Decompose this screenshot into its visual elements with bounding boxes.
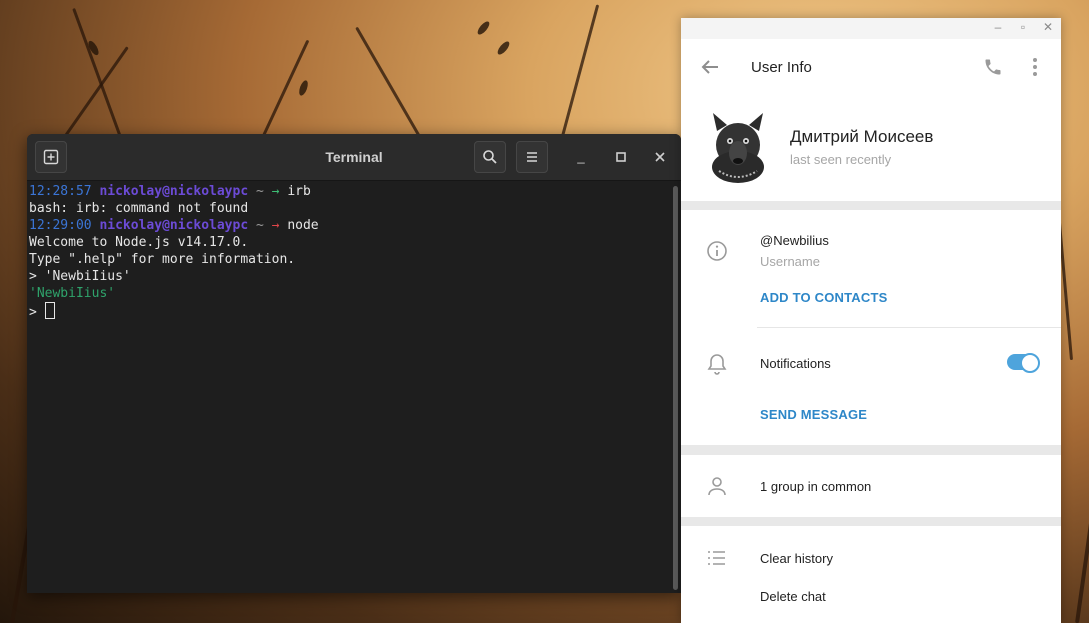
menu-button[interactable] bbox=[516, 141, 548, 173]
prompt-arrow-error: → bbox=[271, 218, 280, 233]
user-info-window: – ▫ ✕ User Info Дмитрий Моисеев last see… bbox=[681, 18, 1061, 623]
output-line: Welcome to Node.js v14.17.0. bbox=[29, 235, 249, 250]
maximize-icon bbox=[616, 152, 626, 162]
command-text: node bbox=[287, 218, 319, 233]
toggle-knob bbox=[1020, 353, 1040, 373]
prompt-time: 12:29:00 bbox=[29, 218, 92, 233]
prompt-arrow-success: → bbox=[271, 184, 280, 199]
send-message-button[interactable]: SEND MESSAGE bbox=[760, 407, 867, 422]
minimize-button[interactable]: – bbox=[990, 20, 1006, 34]
list-icon bbox=[708, 551, 725, 565]
maximize-icon: ▫ bbox=[1020, 20, 1026, 34]
back-arrow-icon[interactable] bbox=[699, 56, 721, 78]
terminal-output[interactable]: 12:28:57 nickolay@nickolaypc ~ → irb bash… bbox=[27, 181, 681, 323]
user-name: Дмитрий Моисеев bbox=[790, 127, 934, 146]
user-info-header: User Info bbox=[681, 39, 1061, 95]
clear-history-button[interactable]: Clear history bbox=[760, 551, 833, 566]
info-icon bbox=[707, 241, 727, 261]
prompt-line: 12:29:00 nickolay@nickolaypc ~ → node bbox=[29, 217, 679, 234]
phone-icon[interactable] bbox=[983, 57, 1003, 77]
output-line: bash: irb: command not found bbox=[29, 201, 249, 216]
search-button[interactable] bbox=[474, 141, 506, 173]
terminal-header: Terminal _ bbox=[27, 134, 681, 181]
notifications-label: Notifications bbox=[760, 356, 831, 371]
output-line: 'NewbiIius' bbox=[29, 286, 116, 301]
repl-prompt: > bbox=[29, 305, 37, 320]
notifications-toggle[interactable] bbox=[1007, 353, 1040, 373]
close-icon: ✕ bbox=[1042, 20, 1054, 34]
maximize-button[interactable]: ▫ bbox=[1015, 20, 1031, 34]
minimize-icon: _ bbox=[577, 149, 585, 164]
output-line: Type ".help" for more information. bbox=[29, 252, 296, 267]
terminal-window[interactable]: Terminal _ 12:28:57 nickolay@nickolaypc … bbox=[27, 134, 681, 593]
minimize-button[interactable]: _ bbox=[572, 148, 590, 166]
bell-icon bbox=[707, 354, 727, 375]
hamburger-icon bbox=[527, 152, 537, 162]
close-icon bbox=[655, 152, 665, 162]
delete-chat-button[interactable]: Delete chat bbox=[760, 589, 826, 604]
username-value[interactable]: @Newbilius bbox=[760, 233, 829, 248]
more-vertical-icon[interactable] bbox=[1025, 56, 1045, 78]
profile-card: User Info Дмитрий Моисеев last seen rece… bbox=[681, 39, 1061, 201]
window-titlebar: – ▫ ✕ bbox=[681, 18, 1061, 39]
output-line: > 'NewbiIius' bbox=[29, 269, 131, 284]
last-seen-status: last seen recently bbox=[790, 152, 892, 167]
groups-section[interactable]: 1 group in common bbox=[681, 455, 1061, 517]
add-to-contacts-button[interactable]: ADD TO CONTACTS bbox=[760, 290, 887, 305]
search-icon bbox=[483, 150, 497, 164]
info-section: @Newbilius Username ADD TO CONTACTS Noti… bbox=[681, 210, 1061, 445]
close-button[interactable] bbox=[651, 148, 669, 166]
prompt-user: nickolay@nickolaypc bbox=[99, 184, 249, 199]
avatar[interactable] bbox=[707, 111, 769, 185]
maximize-button[interactable] bbox=[612, 148, 630, 166]
prompt-time: 12:28:57 bbox=[29, 184, 92, 199]
actions-section: Clear history Delete chat bbox=[681, 526, 1061, 623]
divider bbox=[757, 327, 1061, 328]
prompt-user: nickolay@nickolaypc bbox=[99, 218, 249, 233]
person-icon bbox=[708, 477, 726, 496]
command-text: irb bbox=[287, 184, 311, 199]
prompt-dir: ~ bbox=[256, 184, 264, 199]
prompt-line: 12:28:57 nickolay@nickolaypc ~ → irb bbox=[29, 183, 679, 200]
page-title: User Info bbox=[751, 59, 812, 76]
terminal-scrollbar[interactable] bbox=[673, 186, 678, 590]
text-cursor bbox=[44, 302, 55, 319]
close-button[interactable]: ✕ bbox=[1040, 20, 1056, 34]
username-label: Username bbox=[760, 254, 820, 269]
prompt-dir: ~ bbox=[256, 218, 264, 233]
groups-in-common[interactable]: 1 group in common bbox=[760, 479, 871, 494]
input-line[interactable]: > bbox=[29, 302, 679, 321]
minimize-icon: – bbox=[994, 20, 1002, 34]
